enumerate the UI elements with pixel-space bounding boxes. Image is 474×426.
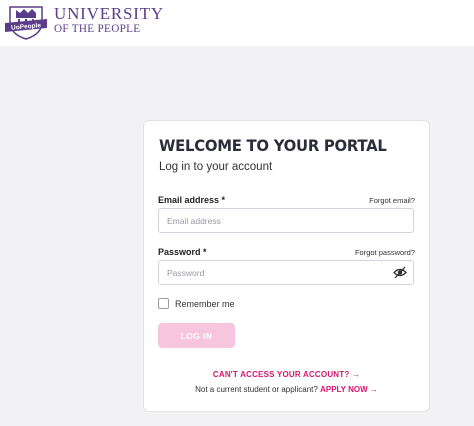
apply-row: Not a current student or applicant? APPL… xyxy=(144,385,429,394)
apply-now-label: APPLY NOW xyxy=(320,385,368,394)
page-subtitle: Log in to your account xyxy=(159,161,273,173)
login-button[interactable]: LOG IN xyxy=(158,323,235,348)
login-card: WELCOME TO YOUR PORTAL Log in to your ac… xyxy=(143,120,430,412)
remember-me-row[interactable]: Remember me xyxy=(158,298,235,309)
page-title: WELCOME TO YOUR PORTAL xyxy=(159,136,387,155)
eye-slash-icon[interactable] xyxy=(393,266,407,284)
cant-access-label: CAN'T ACCESS YOUR ACCOUNT? xyxy=(212,370,350,379)
password-label: Password * xyxy=(158,247,207,257)
cant-access-account-link[interactable]: CAN'T ACCESS YOUR ACCOUNT? → xyxy=(144,370,429,379)
remember-me-label: Remember me xyxy=(175,298,235,309)
email-label: Email address * xyxy=(158,195,226,205)
arrow-right-icon: → xyxy=(351,370,361,379)
apply-now-link[interactable]: APPLY NOW → xyxy=(320,385,378,394)
not-current-text: Not a current student or applicant? xyxy=(195,385,318,394)
remember-me-checkbox[interactable] xyxy=(158,298,169,309)
email-field[interactable] xyxy=(158,208,414,233)
password-input[interactable] xyxy=(159,261,387,284)
forgot-email-link[interactable]: Forgot email? xyxy=(369,196,415,205)
logo-wordmark: UNIVERSITY OF THE PEOPLE xyxy=(54,5,164,35)
email-input[interactable] xyxy=(159,209,387,232)
logo-line-of-the-people: OF THE PEOPLE xyxy=(54,23,141,35)
university-logo[interactable]: UoPeople UNIVERSITY OF THE PEOPLE xyxy=(4,4,164,40)
forgot-password-link[interactable]: Forgot password? xyxy=(355,248,415,257)
top-bar: UoPeople UNIVERSITY OF THE PEOPLE xyxy=(0,0,474,46)
university-shield-icon: UoPeople xyxy=(5,6,47,40)
logo-line-university: UNIVERSITY xyxy=(54,4,164,23)
password-field[interactable] xyxy=(158,260,414,285)
arrow-right-icon: → xyxy=(369,385,378,394)
